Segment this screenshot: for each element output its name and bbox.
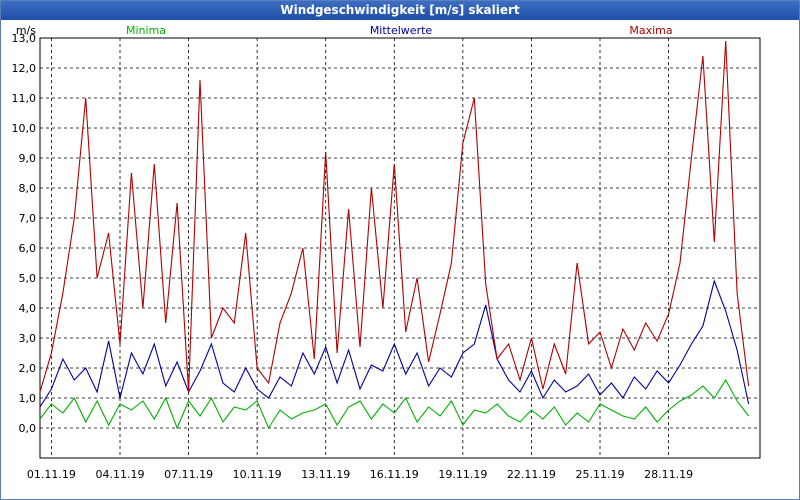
y-tick-label: 7,0 — [19, 212, 37, 225]
legend-maxima: Maxima — [629, 24, 672, 37]
x-tick-label: 16.11.19 — [370, 468, 419, 481]
y-tick-label: 0,0 — [19, 422, 37, 435]
x-tick-label: 19.11.19 — [438, 468, 487, 481]
y-tick-label: 11,0 — [12, 92, 37, 105]
y-tick-label: 4,0 — [19, 302, 37, 315]
x-tick-label: 22.11.19 — [507, 468, 556, 481]
y-tick-label: 10,0 — [12, 122, 37, 135]
x-tick-label: 13.11.19 — [301, 468, 350, 481]
x-tick-label: 28.11.19 — [644, 468, 693, 481]
x-tick-label: 10.11.19 — [233, 468, 282, 481]
chart-area: 0,0 1,0 2,0 3,0 4,0 5,0 6,0 7,0 8,0 9,0 10,0 11,0 12… — [12, 24, 761, 481]
x-tick-label: 25.11.19 — [576, 468, 625, 481]
y-tick-label: 12,0 — [12, 62, 37, 75]
legend-mittelwerte: Mittelwerte — [370, 24, 433, 37]
y-tick-label: 8,0 — [19, 182, 37, 195]
y-tick-label: 6,0 — [19, 242, 37, 255]
y-tick-label: 3,0 — [19, 332, 37, 345]
window-title: Windgeschwindigkeit [m/s] skaliert — [1, 1, 799, 20]
x-tick-label: 07.11.19 — [164, 468, 213, 481]
y-tick-label: 1,0 — [19, 392, 37, 405]
x-tick-label: 04.11.19 — [96, 468, 145, 481]
x-tick-label: 01.11.19 — [27, 468, 76, 481]
y-axis-label: m/s — [16, 24, 36, 37]
y-tick-label: 2,0 — [19, 362, 37, 375]
y-tick-label: 5,0 — [19, 272, 37, 285]
y-tick-label: 9,0 — [19, 152, 37, 165]
legend-minima: Minima — [126, 24, 166, 37]
